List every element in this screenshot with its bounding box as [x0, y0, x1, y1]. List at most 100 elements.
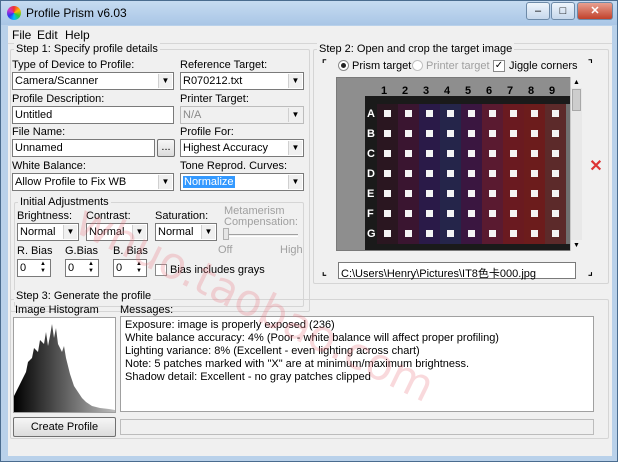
app-window: Profile Prism v6.03 – □ ✕ File Edit Help… [0, 0, 618, 462]
device-type-select[interactable]: Camera/Scanner ▼ [12, 72, 174, 90]
profile-for-label: Profile For: [180, 126, 234, 138]
maximize-button[interactable]: □ [551, 2, 575, 20]
menu-help[interactable]: Help [65, 28, 90, 42]
filename-value: Unnamed [15, 142, 63, 154]
patch-marker [489, 110, 496, 117]
histogram-label: Image Histogram [15, 304, 99, 316]
message-line: Exposure: image is properly exposed (236… [125, 319, 335, 331]
jiggle-checkbox[interactable]: ✓ [493, 60, 505, 72]
bbias-label: B. Bias [113, 245, 148, 257]
patch-marker [510, 230, 517, 237]
crop-corner-tl-icon[interactable]: ⌜ [322, 59, 327, 70]
white-balance-select[interactable]: Allow Profile to Fix WB ▼ [12, 173, 174, 191]
reference-target-label: Reference Target: [180, 59, 268, 71]
scroll-down-icon[interactable]: ▼ [571, 240, 582, 251]
title-bar[interactable]: Profile Prism v6.03 – □ ✕ [1, 1, 617, 25]
bbias-stepper[interactable]: 0 ▲ ▼ [113, 259, 147, 277]
patch-marker [552, 170, 559, 177]
app-icon [7, 6, 21, 20]
white-balance-label: White Balance: [12, 160, 86, 172]
patch-marker [489, 210, 496, 217]
tone-curves-label: Tone Reprod. Curves: [180, 160, 287, 172]
gbias-stepper[interactable]: 0 ▲ ▼ [65, 259, 99, 277]
rbias-value: 0 [20, 262, 27, 274]
it8-target-image: 12345678910 ABCDEFG [337, 78, 581, 250]
row-label: D [367, 168, 375, 180]
tone-curves-select[interactable]: Normalize ▼ [180, 173, 304, 191]
rbias-stepper[interactable]: 0 ▲ ▼ [17, 259, 51, 277]
spin-arrows-icon[interactable]: ▲ ▼ [37, 261, 49, 275]
patch-marker [405, 190, 412, 197]
row-label: G [367, 228, 376, 240]
chevron-down-icon: ▼ [158, 74, 172, 88]
brightness-value: Normal [20, 226, 56, 238]
patch-marker [384, 170, 391, 177]
spin-arrows-icon[interactable]: ▲ ▼ [133, 261, 145, 275]
patch-marker [468, 210, 475, 217]
message-line: Note: 5 patches marked with "X" are at m… [125, 358, 470, 370]
profile-for-select[interactable]: Highest Accuracy ▼ [180, 139, 304, 157]
printer-target-select[interactable]: N/A ▼ [180, 106, 304, 124]
reference-target-value: R070212.txt [183, 75, 243, 87]
scroll-up-icon[interactable]: ▲ [571, 77, 582, 88]
patch-marker [510, 190, 517, 197]
clear-x-icon[interactable]: ✕ [588, 159, 604, 175]
slider-thumb[interactable] [223, 228, 229, 240]
patch-marker [531, 210, 538, 217]
messages-box[interactable]: Exposure: image is properly exposed (236… [120, 316, 594, 412]
minimize-button[interactable]: – [526, 2, 550, 20]
printer-target-radio-label: Printer target [426, 60, 490, 72]
patch-marker [426, 230, 433, 237]
patch-marker [426, 210, 433, 217]
crop-corner-bl-icon[interactable]: ⌞ [322, 267, 327, 278]
patch-marker [489, 170, 496, 177]
scroll-thumb[interactable] [572, 89, 581, 111]
spin-arrows-icon[interactable]: ▲ ▼ [85, 261, 97, 275]
crop-corner-br-icon[interactable]: ⌟ [588, 267, 593, 278]
gbias-label: G.Bias [65, 245, 99, 257]
browse-button[interactable]: ... [157, 139, 175, 157]
create-profile-button[interactable]: Create Profile [13, 417, 116, 437]
target-image-viewer[interactable]: 12345678910 ABCDEFG [336, 77, 582, 251]
patch-marker [489, 130, 496, 137]
adjustments-legend: Initial Adjustments [18, 196, 111, 208]
patch-marker [447, 150, 454, 157]
patch-marker [510, 130, 517, 137]
viewer-scrollbar[interactable]: ▲ ▼ [570, 77, 582, 251]
brightness-select[interactable]: Normal ▼ [17, 223, 79, 241]
patch-marker [510, 150, 517, 157]
patch-marker [468, 190, 475, 197]
step3-legend: Step 3: Generate the profile [14, 290, 154, 302]
printer-target-radio[interactable] [412, 60, 423, 71]
chevron-down-icon: ▼ [132, 225, 146, 239]
crop-corner-tr-icon[interactable]: ⌝ [588, 59, 593, 70]
column-label: 7 [507, 85, 513, 97]
menu-file[interactable]: File [12, 28, 31, 42]
patch-marker [405, 230, 412, 237]
patch-marker [468, 130, 475, 137]
rbias-label: R. Bias [17, 245, 53, 257]
image-path-field[interactable]: C:\Users\Henry\Pictures\IT8色卡000.jpg [338, 262, 576, 280]
menu-edit[interactable]: Edit [37, 28, 58, 42]
prism-target-radio[interactable] [338, 60, 349, 71]
description-input[interactable]: Untitled [12, 106, 174, 124]
patch-marker [426, 170, 433, 177]
patch-marker [426, 110, 433, 117]
patch-marker [531, 110, 538, 117]
patch-marker [426, 130, 433, 137]
bias-grays-checkbox[interactable] [155, 264, 167, 276]
contrast-select[interactable]: Normal ▼ [86, 223, 148, 241]
patch-marker [510, 110, 517, 117]
saturation-label: Saturation: [155, 210, 209, 222]
patch-marker [384, 230, 391, 237]
filename-input[interactable]: Unnamed [12, 139, 155, 157]
close-button[interactable]: ✕ [577, 2, 613, 20]
reference-target-select[interactable]: R070212.txt ▼ [180, 72, 304, 90]
patch-marker [447, 110, 454, 117]
row-label: E [367, 188, 374, 200]
contrast-value: Normal [89, 226, 125, 238]
metamerism-label-2: Compensation: [224, 216, 298, 228]
description-label: Profile Description: [12, 93, 105, 105]
metamerism-slider[interactable] [226, 234, 298, 237]
saturation-select[interactable]: Normal ▼ [155, 223, 217, 241]
